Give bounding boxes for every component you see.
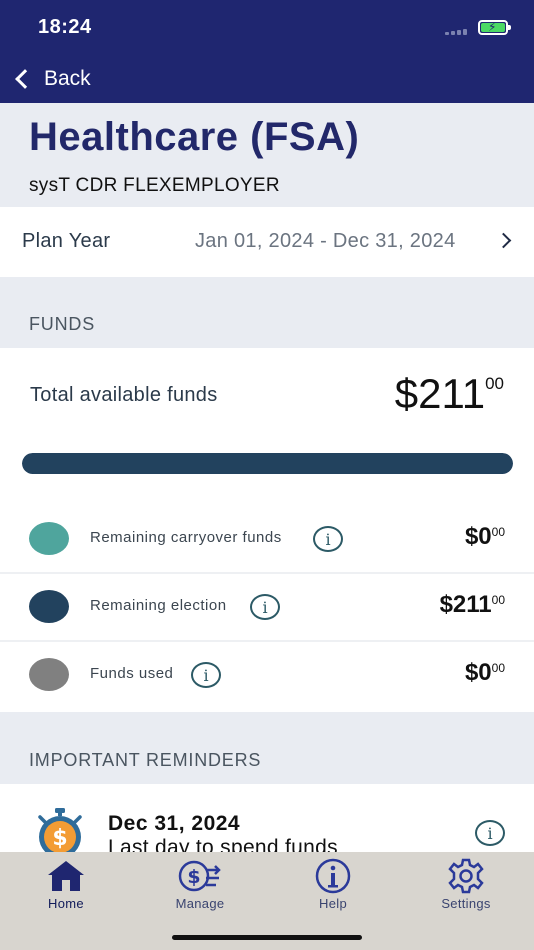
total-funds-dollars: $211: [394, 370, 486, 417]
carryover-dot: [29, 522, 69, 555]
plan-year-row[interactable]: Plan Year Jan 01, 2024 - Dec 31, 2024: [0, 207, 534, 277]
stopwatch-dollar-icon: $: [38, 808, 82, 852]
svg-text:$: $: [187, 866, 200, 888]
fund-amount-dollars: $211: [439, 591, 492, 618]
total-funds-cents: 00: [485, 374, 504, 393]
fund-label-used: Funds used: [90, 665, 174, 682]
total-funds-amount: $211 00: [395, 370, 504, 418]
tab-home[interactable]: Home: [16, 858, 116, 914]
fund-amount-used: $0 00: [465, 659, 505, 687]
fund-amount-cents: 00: [491, 661, 505, 675]
tab-label-help: Help: [319, 896, 347, 911]
gear-icon: [448, 858, 484, 894]
reminder-date: Dec 31, 2024: [108, 812, 241, 835]
back-button[interactable]: Back: [12, 63, 91, 95]
back-label: Back: [44, 67, 91, 90]
battery-icon: ⚡: [478, 20, 511, 35]
reminder-item: $ Dec 31, 2024 Last day to spend funds i: [0, 784, 534, 852]
fund-row-election: Remaining election i $211 00: [0, 576, 534, 642]
fund-label-election: Remaining election: [90, 597, 227, 614]
nav-bar: Back: [0, 55, 534, 103]
fund-amount-dollars: $0: [464, 523, 492, 550]
fund-amount-cents: 00: [491, 525, 505, 539]
reminders-section-label: IMPORTANT REMINDERS: [29, 750, 262, 770]
funds-section-label: FUNDS: [29, 314, 95, 334]
fund-amount-dollars: $0: [464, 659, 492, 686]
info-icon[interactable]: i: [313, 526, 343, 552]
fund-label-carryover: Remaining carryover funds: [90, 529, 282, 546]
signal-icon: [445, 29, 467, 35]
tab-label-manage: Manage: [175, 896, 225, 911]
status-bar: 18:24 ⚡: [0, 0, 534, 55]
plan-year-value: Jan 01, 2024 - Dec 31, 2024: [195, 230, 456, 252]
fund-row-used: Funds used i $0 00: [0, 644, 534, 710]
svg-text:$: $: [52, 826, 67, 851]
funds-progress-bar: [22, 453, 513, 474]
used-dot: [29, 658, 69, 691]
status-time: 18:24: [38, 16, 92, 38]
fund-amount-election: $211 00: [440, 591, 505, 619]
tab-help[interactable]: Help: [283, 858, 383, 914]
info-icon[interactable]: i: [475, 820, 505, 846]
fund-amount-carryover: $0 00: [465, 523, 505, 551]
fund-row-carryover: Remaining carryover funds i $0 00: [0, 508, 534, 574]
home-icon: [48, 861, 84, 891]
plan-header: Healthcare (FSA) sysT CDR FLEXEMPLOYER: [0, 103, 534, 207]
info-icon[interactable]: i: [250, 594, 280, 620]
info-icon: [315, 858, 351, 894]
employer-name: sysT CDR FLEXEMPLOYER: [29, 175, 280, 196]
chevron-left-icon: [15, 69, 35, 89]
plan-year-label: Plan Year: [22, 230, 111, 252]
funds-card: Total available funds $211 00 Remaining …: [0, 348, 534, 712]
fund-amount-cents: 00: [491, 593, 505, 607]
home-indicator: [172, 935, 362, 940]
reminder-text: Last day to spend funds: [108, 836, 338, 852]
page-title: Healthcare (FSA): [29, 115, 360, 159]
total-funds-label: Total available funds: [30, 384, 218, 406]
dollar-transfer-icon: $: [178, 860, 221, 892]
tab-label-settings: Settings: [441, 896, 491, 911]
info-icon[interactable]: i: [191, 662, 221, 688]
tab-settings[interactable]: Settings: [416, 858, 516, 914]
election-dot: [29, 590, 69, 623]
funds-progress-fill: [22, 453, 513, 474]
tab-label-home: Home: [48, 896, 84, 911]
tab-manage[interactable]: $ Manage: [150, 858, 250, 914]
